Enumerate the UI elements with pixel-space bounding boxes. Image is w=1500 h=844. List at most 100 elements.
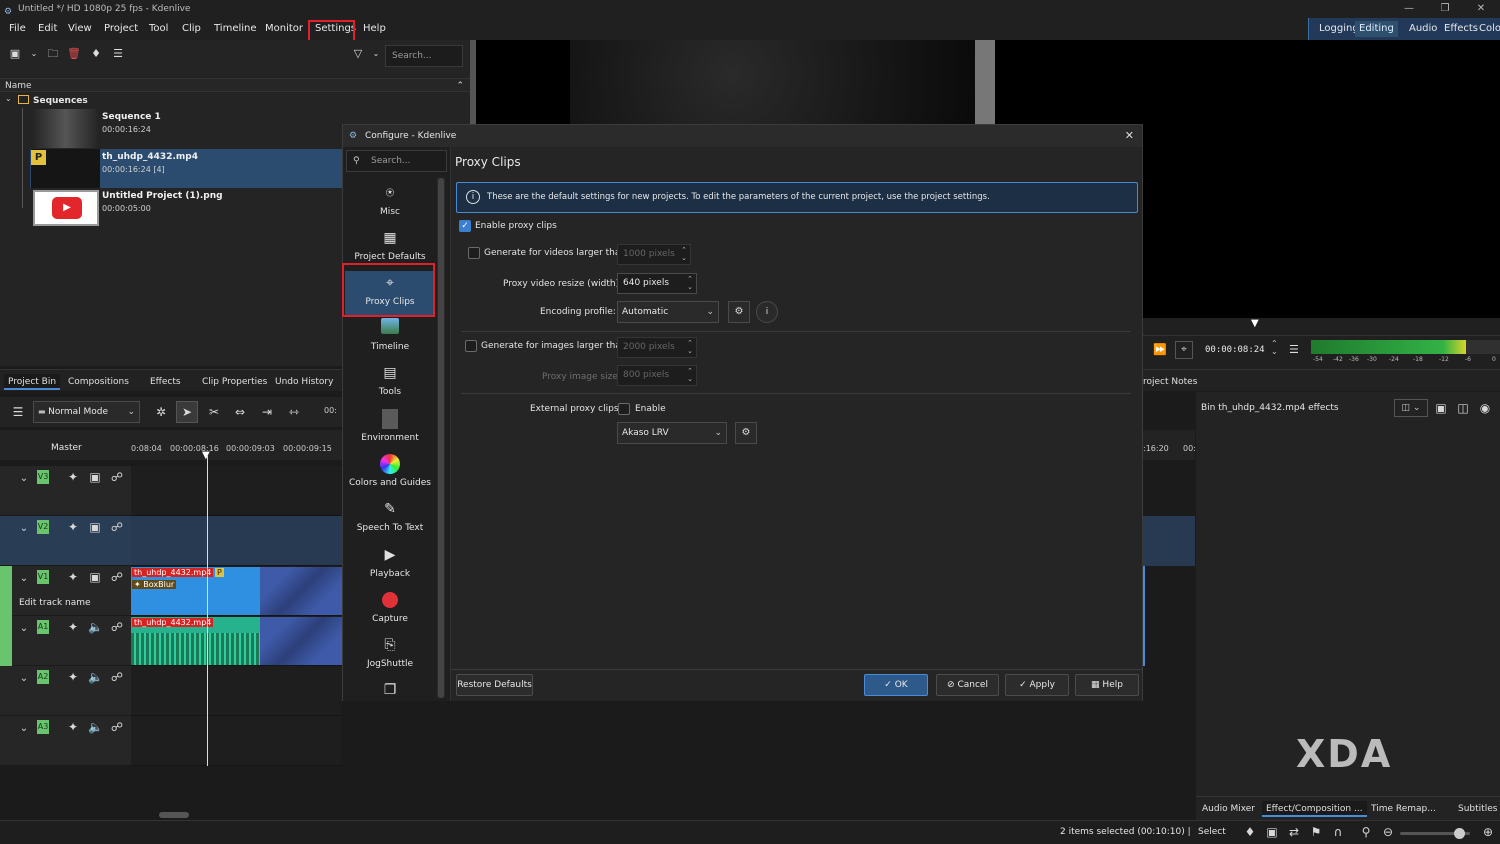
sidebar-item-speech-to-text[interactable]: ✎ Speech To Text	[345, 497, 435, 541]
clip-row-mp4[interactable]: P th_uhdp_4432.mp4 00:00:16:24 [4]	[30, 149, 342, 188]
gen-videos-checkbox[interactable]	[468, 247, 480, 259]
menu-project[interactable]: Project	[101, 21, 141, 37]
sidebar-item-timeline[interactable]: Timeline	[345, 316, 435, 360]
collapse-track-icon[interactable]: ⌄	[17, 622, 31, 636]
playhead-marker-icon[interactable]: ▼	[202, 450, 210, 461]
spin-arrows-icon[interactable]: ⌃ ⌄	[687, 275, 693, 291]
sidebar-item-tools[interactable]: ▤ Tools	[345, 361, 435, 405]
cancel-button[interactable]: ⊘ Cancel	[936, 674, 999, 696]
zoom-in-icon[interactable]: ⊕	[1481, 825, 1495, 839]
magnet-icon[interactable]: ∩	[1331, 825, 1345, 839]
menu-tool[interactable]: Tool	[146, 21, 171, 37]
save-effect-icon[interactable]: ▣	[1434, 401, 1448, 415]
tag-icon[interactable]: ♦	[1243, 825, 1257, 839]
hide-track-icon[interactable]: ▣	[88, 520, 102, 534]
restore-icon[interactable]: ❐	[1428, 0, 1462, 18]
clip-row-sequence[interactable]: Sequence 1 00:00:16:24	[30, 109, 340, 148]
eye-icon[interactable]: ◉	[1478, 401, 1492, 415]
chevron-down-icon[interactable]: ⌄	[27, 47, 41, 61]
monitor-timecode[interactable]: 00:00:08:24	[1205, 345, 1265, 355]
collapse-track-icon[interactable]: ⌄	[17, 472, 31, 486]
menu-monitor[interactable]: Monitor	[262, 21, 306, 37]
zoom-out-icon[interactable]: ⊖	[1381, 825, 1395, 839]
bin-column-header[interactable]: Name ⌃	[0, 78, 470, 92]
image-size-spinbox[interactable]: 800 pixels ⌃ ⌄	[617, 365, 697, 386]
tab-undo-history[interactable]: Undo History	[271, 374, 337, 390]
spin-arrows-icon[interactable]: ⌃ ⌄	[687, 367, 693, 383]
gen-images-checkbox[interactable]	[465, 340, 477, 352]
track-header-a3[interactable]: ⌄ A3 ✦ 🔈 ☍	[0, 716, 131, 766]
external-settings-icon[interactable]: ⚙	[735, 422, 757, 444]
external-profile-select[interactable]: Akaso LRV ⌄	[617, 422, 727, 444]
close-icon[interactable]: ✕	[1125, 125, 1134, 147]
track-header-a2[interactable]: ⌄ A2 ✦ 🔈 ☍	[0, 666, 131, 716]
monitor-menu-icon[interactable]: ☰	[1289, 343, 1299, 356]
track-lane-a3[interactable]	[131, 716, 342, 766]
track-header-v2[interactable]: ⌄ V2 ✦ ▣ ☍	[0, 516, 131, 566]
effects-wand-icon[interactable]: ✦	[66, 520, 80, 534]
gen-images-spinbox[interactable]: 2000 pixels ⌃ ⌄	[617, 337, 697, 358]
add-clip-icon[interactable]: ▣	[8, 47, 22, 61]
effects-wand-icon[interactable]: ✦	[66, 470, 80, 484]
filter-dropdown-icon[interactable]: ⌄	[369, 47, 383, 61]
external-proxy-checkbox[interactable]	[618, 403, 630, 415]
spacer-tool-icon[interactable]: ✲	[154, 405, 168, 419]
sequences-folder-row[interactable]: ⌄ Sequences	[0, 94, 470, 108]
zoom-slider[interactable]	[1400, 828, 1470, 839]
collapse-track-icon[interactable]: ⌄	[17, 572, 31, 586]
track-lane-v3[interactable]	[131, 466, 342, 516]
tab-effects[interactable]: Effects	[146, 374, 185, 390]
tab-project-bin[interactable]: Project Bin	[4, 374, 61, 390]
snap-icon[interactable]: ⇄	[1287, 825, 1301, 839]
speaker-icon[interactable]: 🔈	[88, 620, 103, 634]
tab-project-notes[interactable]: roject Notes	[1139, 374, 1201, 390]
sidebar-item-environment[interactable]: Environment	[345, 407, 435, 451]
timeline-ruler[interactable]: Master 0:08:04 00:00:08:16 00:00:09:03 0…	[0, 430, 342, 461]
tab-compositions[interactable]: Compositions	[64, 374, 133, 390]
spin-arrows-icon[interactable]: ⌃ ⌄	[687, 339, 693, 355]
sidebar-scrollbar-handle[interactable]	[438, 178, 444, 698]
tab-effect-composition[interactable]: Effect/Composition ...	[1262, 801, 1367, 817]
zoom-fit-icon[interactable]: ⚲	[1359, 825, 1373, 839]
track-header-a1[interactable]: ⌄ A1 ✦ 🔈 ☍	[0, 616, 131, 666]
hide-track-icon[interactable]: ▣	[88, 570, 102, 584]
workspace-audio[interactable]: Audio	[1405, 21, 1441, 37]
effects-wand-icon[interactable]: ✦	[66, 570, 80, 584]
fast-forward-icon[interactable]: ⏩	[1153, 343, 1167, 356]
composition-clip[interactable]	[260, 567, 342, 615]
select-tool-icon[interactable]: ➤	[176, 401, 198, 423]
tab-clip-properties[interactable]: Clip Properties	[198, 374, 271, 390]
track-lane-v1[interactable]: th_uhdp_4432.mp4 P ✦ BoxBlur	[131, 566, 342, 616]
effects-wand-icon[interactable]: ✦	[66, 720, 80, 734]
tab-time-remap[interactable]: Time Remap...	[1367, 801, 1440, 817]
video-clip[interactable]: th_uhdp_4432.mp4 P ✦ BoxBlur	[131, 567, 260, 615]
encoding-settings-icon[interactable]: ⚙	[728, 301, 750, 323]
collapse-track-icon[interactable]: ⌄	[17, 672, 31, 686]
minimize-icon[interactable]: —	[1392, 0, 1426, 18]
tag-icon[interactable]: ♦	[89, 47, 103, 61]
sort-up-icon[interactable]: ⌃	[456, 79, 464, 93]
sidebar-scrollbar[interactable]	[437, 178, 445, 698]
ok-button[interactable]: ✓ OK	[864, 674, 928, 696]
save-icon[interactable]: ▣	[1265, 825, 1279, 839]
config-search-input[interactable]: ⚲ Search...	[346, 150, 447, 172]
lock-icon[interactable]: ☍	[110, 570, 124, 584]
sidebar-item-colors-guides[interactable]: Colors and Guides	[345, 452, 435, 496]
track-header-v1[interactable]: ⌄ V1 ✦ ▣ ☍ Edit track name	[0, 566, 131, 616]
encoding-profile-select[interactable]: Automatic ⌄	[617, 301, 719, 323]
speaker-icon[interactable]: 🔈	[88, 670, 103, 684]
menu-file[interactable]: File	[6, 21, 29, 37]
close-icon[interactable]: ✕	[1464, 0, 1498, 18]
gen-videos-spinbox[interactable]: 1000 pixels ⌃ ⌄	[617, 244, 691, 265]
lock-icon[interactable]: ☍	[110, 620, 124, 634]
menu-icon[interactable]: ☰	[111, 47, 125, 61]
edit-track-name[interactable]: Edit track name	[19, 598, 91, 608]
spin-arrows-icon[interactable]: ⌃ ⌄	[681, 246, 687, 262]
tab-subtitles[interactable]: Subtitles	[1454, 801, 1500, 817]
tab-audio-mixer[interactable]: Audio Mixer	[1198, 801, 1259, 817]
folder-icon[interactable]: 🗀	[46, 47, 60, 61]
edit-mode-select[interactable]: ▬ Normal Mode ⌄	[33, 401, 140, 423]
restore-defaults-button[interactable]: Restore Defaults	[456, 674, 533, 696]
collapse-track-icon[interactable]: ⌄	[17, 722, 31, 736]
track-lane-v2[interactable]	[131, 516, 342, 566]
